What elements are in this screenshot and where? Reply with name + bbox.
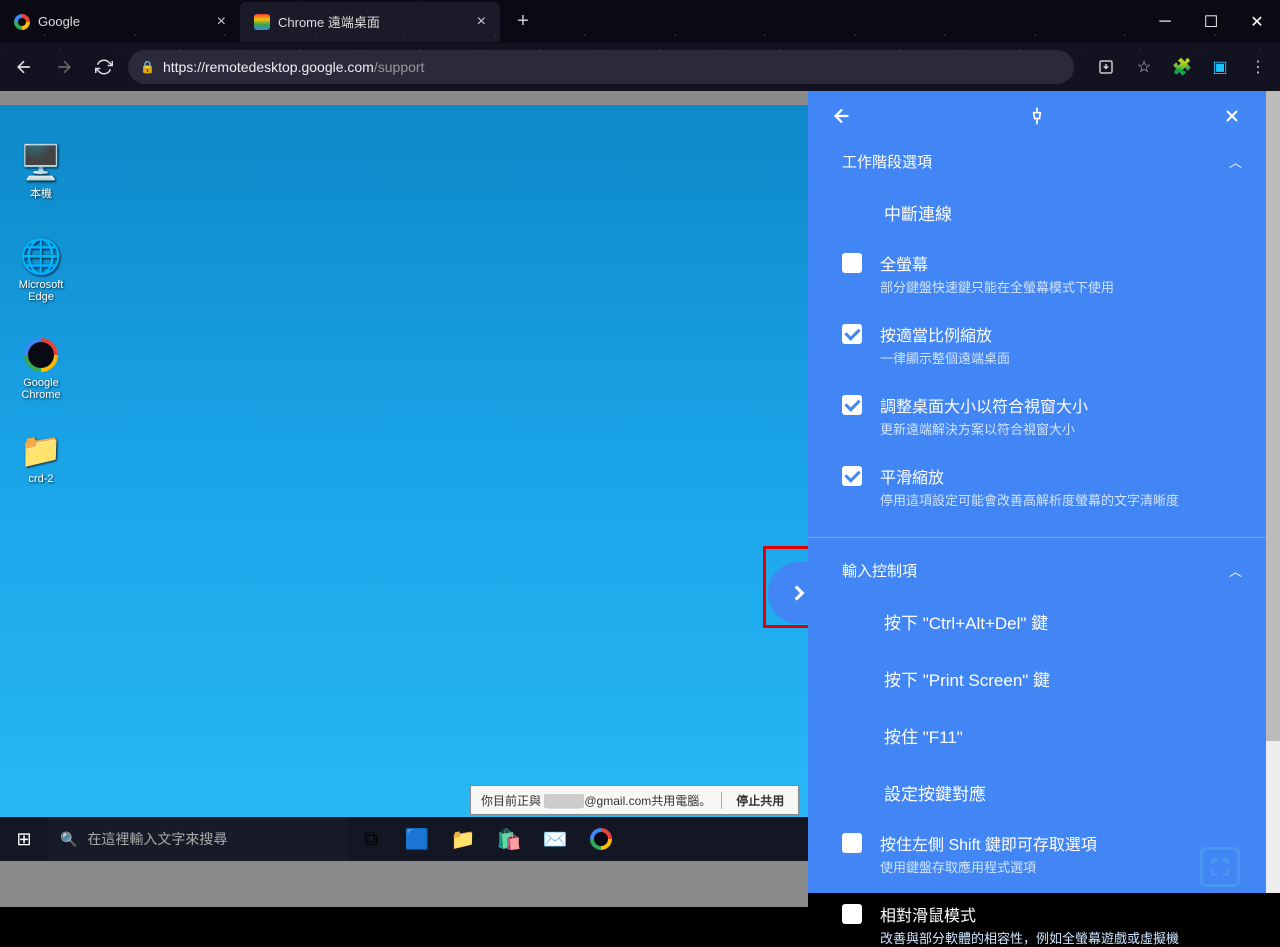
new-tab-button[interactable]: + (508, 7, 538, 37)
pin-panel-button[interactable] (1019, 98, 1055, 134)
option-title: 按適當比例縮放 (880, 322, 1010, 346)
url-host: https://remotedesktop.google.com (163, 59, 374, 75)
search-placeholder: 在這裡輸入文字來搜尋 (87, 829, 227, 849)
forward-button[interactable] (48, 51, 80, 83)
option-sub: 改善與部分軟體的相容性，例如全螢幕遊戲或虛擬機 (880, 928, 1179, 947)
option-title: 全螢幕 (880, 251, 1114, 275)
session-options-panel: 工作階段選項 ︿ 中斷連線 全螢幕部分鍵盤快速鍵只能在全螢幕模式下使用 按適當比… (808, 91, 1266, 893)
option-fullscreen[interactable]: 全螢幕部分鍵盤快速鍵只能在全螢幕模式下使用 (842, 241, 1242, 312)
back-button[interactable] (8, 51, 40, 83)
browser-titlebar: Google × Chrome 遠端桌面 × + ─ ☐ ✕ (0, 0, 1280, 43)
option-sub: 一律顯示整個遠端桌面 (880, 348, 1010, 367)
address-bar[interactable]: 🔒 https://remotedesktop.google.com/suppo… (128, 50, 1074, 84)
option-sub: 停用這項設定可能會改善高解析度螢幕的文字清晰度 (880, 490, 1179, 509)
close-tab-icon[interactable]: × (477, 13, 486, 31)
taskbar-store-icon[interactable]: 🛍️ (486, 817, 532, 861)
taskbar-mail-icon[interactable]: ✉️ (532, 817, 578, 861)
section-session-options[interactable]: 工作階段選項 ︿ (842, 141, 1242, 184)
extension2-icon[interactable]: ▣ (1206, 53, 1234, 81)
option-shift-options[interactable]: 按住左側 Shift 鍵即可存取選項使用鍵盤存取應用程式選項 (842, 821, 1242, 892)
edge-icon: 🌐 (6, 237, 76, 277)
checkbox[interactable] (842, 395, 862, 415)
checkbox[interactable] (842, 466, 862, 486)
browser-menu-icon[interactable]: ⋮ (1244, 53, 1272, 81)
option-sub: 部分鍵盤快速鍵只能在全螢幕模式下使用 (880, 277, 1114, 296)
checkbox[interactable] (842, 324, 862, 344)
section-label: 工作階段選項 (842, 151, 932, 172)
desktop-icon-crd[interactable]: 📁 crd-2 (6, 431, 76, 485)
lock-icon: 🔒 (140, 60, 155, 74)
maximize-button[interactable]: ☐ (1188, 4, 1234, 40)
hold-f11[interactable]: 按住 "F11" (842, 707, 1242, 764)
option-title: 相對滑鼠模式 (880, 902, 1179, 926)
disconnect-button[interactable]: 中斷連線 (842, 184, 1242, 241)
url-path: /support (374, 59, 425, 75)
sharing-notification-bar: 你目前正與 ████@gmail.com共用電腦。 停止共用 (470, 785, 799, 815)
divider (808, 537, 1266, 538)
icon-label: Google Chrome (21, 377, 60, 401)
minimize-button[interactable]: ─ (1142, 4, 1188, 40)
option-title: 平滑縮放 (880, 464, 1179, 488)
desktop-icon-chrome[interactable]: Google Chrome (6, 335, 76, 401)
tab-google[interactable]: Google × (0, 2, 240, 42)
reload-button[interactable] (88, 51, 120, 83)
taskbar-chrome-icon[interactable] (578, 817, 624, 861)
search-icon: 🔍 (60, 831, 77, 848)
obscured-user: ████ (544, 794, 584, 808)
icon-label: 本機 (30, 188, 52, 200)
tab-chrome-remote[interactable]: Chrome 遠端桌面 × (240, 2, 500, 42)
share-prefix: 你目前正與 (481, 794, 541, 808)
close-tab-icon[interactable]: × (217, 13, 226, 31)
pc-icon: 🖥️ (6, 143, 76, 183)
section-input-controls[interactable]: 輸入控制項 ︿ (842, 550, 1242, 593)
crd-favicon-icon (254, 14, 270, 30)
remote-desktop-viewport[interactable]: 🖥️ 本機 🌐 Microsoft Edge Google Chrome 📁 c… (0, 105, 808, 817)
desktop-icon-edge[interactable]: 🌐 Microsoft Edge (6, 237, 76, 303)
folder-icon: 📁 (6, 431, 76, 471)
option-sub: 更新遠端解決方案以符合視窗大小 (880, 419, 1088, 438)
task-view-icon[interactable]: ⧉ (348, 817, 394, 861)
configure-key-mapping[interactable]: 設定按鍵對應 (842, 764, 1242, 821)
page-scrollbar[interactable] (1266, 91, 1280, 893)
checkbox[interactable] (842, 904, 862, 924)
share-suffix: @gmail.com共用電腦。 (584, 794, 711, 808)
chrome-icon (6, 335, 76, 375)
option-title: 按住左側 Shift 鍵即可存取選項 (880, 831, 1097, 855)
chevron-up-icon: ︿ (1229, 561, 1242, 580)
option-smooth-scaling[interactable]: 平滑縮放停用這項設定可能會改善高解析度螢幕的文字清晰度 (842, 454, 1242, 525)
checkbox[interactable] (842, 833, 862, 853)
taskbar-explorer-icon[interactable]: 📁 (440, 817, 486, 861)
close-window-button[interactable]: ✕ (1234, 4, 1280, 40)
section-label: 輸入控制項 (842, 560, 917, 581)
start-button[interactable]: ⊞ (0, 817, 48, 861)
extension-icon[interactable]: 🧩 (1168, 53, 1196, 81)
close-panel-button[interactable] (1214, 98, 1250, 134)
option-resize-desktop[interactable]: 調整桌面大小以符合視窗大小更新遠端解決方案以符合視窗大小 (842, 383, 1242, 454)
icon-label: Microsoft Edge (19, 279, 64, 303)
send-print-screen[interactable]: 按下 "Print Screen" 鍵 (842, 650, 1242, 707)
panel-back-button[interactable] (824, 98, 860, 134)
tab-title: Google (38, 14, 80, 29)
desktop-icon-this-pc[interactable]: 🖥️ 本機 (6, 143, 76, 201)
browser-toolbar: 🔒 https://remotedesktop.google.com/suppo… (0, 43, 1280, 91)
send-ctrl-alt-del[interactable]: 按下 "Ctrl+Alt+Del" 鍵 (842, 593, 1242, 650)
taskbar-search[interactable]: 🔍 在這裡輸入文字來搜尋 (48, 817, 348, 861)
google-favicon-icon (14, 14, 30, 30)
install-app-icon[interactable] (1092, 53, 1120, 81)
scrollbar-thumb[interactable] (1266, 91, 1280, 741)
bookmark-star-icon[interactable]: ☆ (1130, 53, 1158, 81)
option-sub: 使用鍵盤存取應用程式選項 (880, 857, 1097, 876)
checkbox[interactable] (842, 253, 862, 273)
stop-sharing-button[interactable]: 停止共用 (722, 792, 798, 809)
option-scale-to-fit[interactable]: 按適當比例縮放一律顯示整個遠端桌面 (842, 312, 1242, 383)
tab-title: Chrome 遠端桌面 (278, 12, 380, 31)
option-relative-mouse[interactable]: 相對滑鼠模式改善與部分軟體的相容性，例如全螢幕遊戲或虛擬機 (842, 892, 1242, 947)
option-title: 調整桌面大小以符合視窗大小 (880, 393, 1088, 417)
remote-taskbar[interactable]: ⊞ 🔍 在這裡輸入文字來搜尋 ⧉ 🟦 📁 🛍️ ✉️ (0, 817, 808, 861)
taskbar-edge-icon[interactable]: 🟦 (394, 817, 440, 861)
icon-label: crd-2 (28, 473, 53, 485)
chevron-up-icon: ︿ (1229, 152, 1242, 171)
